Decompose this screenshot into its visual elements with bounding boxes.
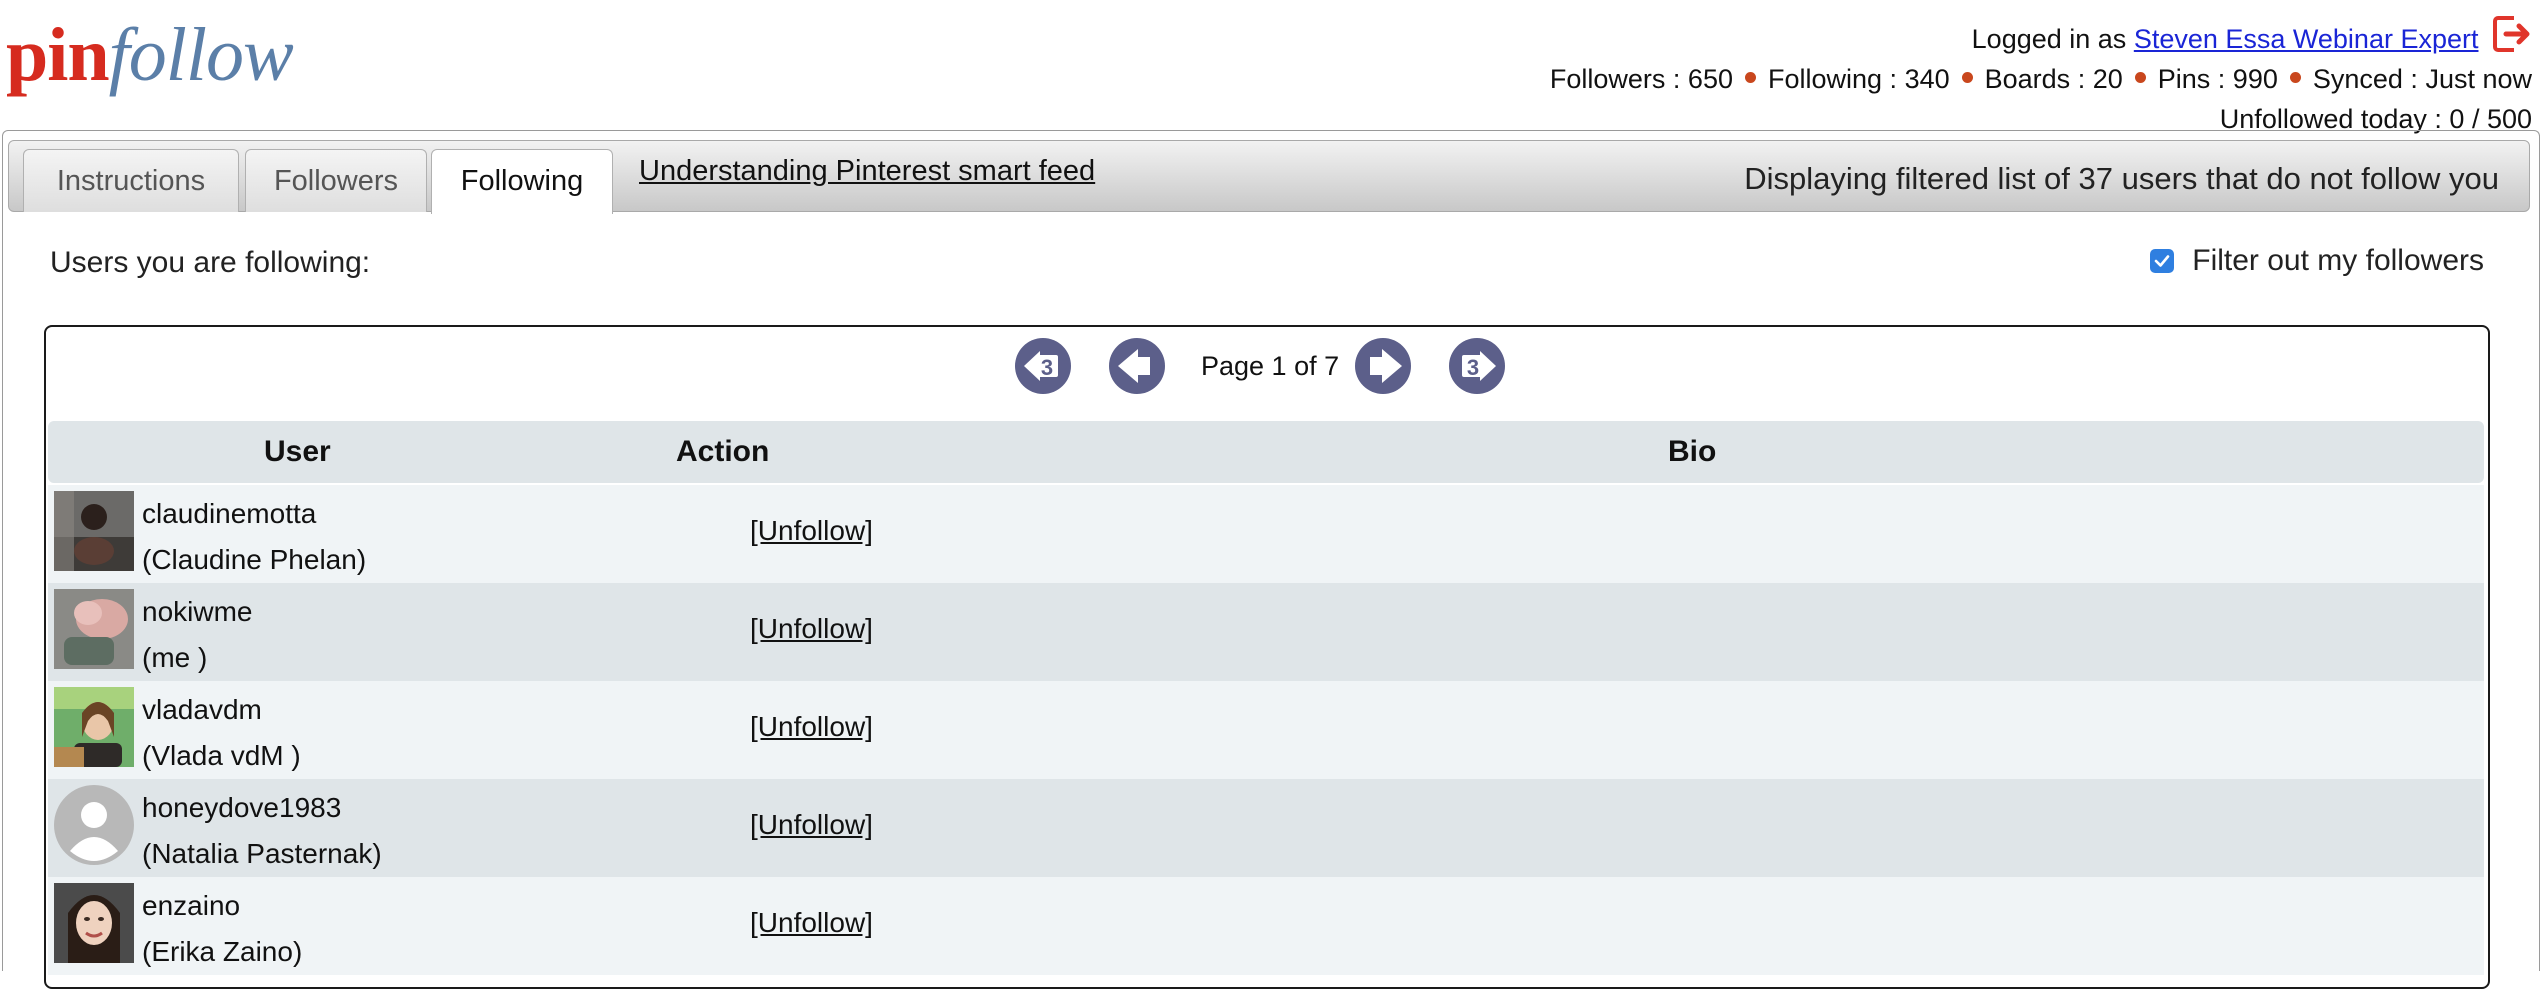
stat-boards: Boards : 20 [1984,64,2123,94]
stat-followers: Followers : 650 [1549,64,1733,94]
real-name: (Vlada vdM ) [142,740,301,771]
following-table: 3 Page 1 of 7 3 User Action Bio claudine… [44,325,2490,989]
avatar-placeholder-icon[interactable] [54,785,134,865]
unfollow-link[interactable]: [Unfollow] [750,515,873,547]
real-name: (Erika Zaino) [142,936,303,967]
stat-synced: Synced : Just now [2312,64,2532,94]
filter-followers[interactable]: Filter out my followers [2150,244,2484,278]
stat-pins: Pins : 990 [2157,64,2278,94]
username: enzaino [142,890,241,921]
user-info: Logged in as Steven Essa Webinar Expert … [1550,14,2532,139]
stats-line: Followers : 650 Following : 340 Boards : 2… [1550,59,2532,99]
prev-page-button[interactable] [1108,337,1166,395]
display-status: Displaying filtered list of 37 users tha… [1744,161,2499,196]
header-user: User [264,435,331,468]
filter-checkbox[interactable] [2150,249,2175,273]
jump-back-button[interactable]: 3 [1014,337,1072,395]
logo-follow: follow [108,13,294,97]
logout-icon[interactable] [2492,14,2532,54]
logged-in-prefix: Logged in as [1971,24,2127,54]
stat-following: Following : 340 [1767,64,1950,94]
username: nokiwme [142,596,253,627]
separator-dot [1961,72,1973,84]
real-name: (me ) [142,642,208,673]
username: honeydove1983 [142,792,342,823]
unfollow-link[interactable]: [Unfollow] [750,907,873,939]
logged-in-line: Logged in as Steven Essa Webinar Expert [1550,14,2532,59]
jump-forward-text: 3 [1467,355,1479,380]
logo-pin: pin [6,13,110,97]
table-row: honeydove1983 (Natalia Pasternak) [Unfol… [48,779,2484,877]
real-name: (Natalia Pasternak) [142,838,382,869]
unfollow-link[interactable]: [Unfollow] [750,809,873,841]
real-name: (Claudine Phelan) [142,544,367,575]
unfollow-link[interactable]: [Unfollow] [750,711,873,743]
tab-instructions[interactable]: Instructions [23,149,239,212]
header-action: Action [676,435,770,468]
jump-back-text: 3 [1041,355,1053,380]
table-row: claudinemotta (Claudine Phelan) [Unfollo… [48,485,2484,583]
list-label: Users you are following: [50,246,371,279]
user-profile-link[interactable]: Steven Essa Webinar Expert [2134,24,2479,54]
app-logo: pinfollow [6,10,294,100]
table-header: User Action Bio [48,421,2484,483]
avatar[interactable] [54,687,134,767]
pager: 3 Page 1 of 7 3 [46,337,2488,397]
tab-bar: Instructions Followers Following Underst… [8,140,2530,214]
unfollow-link[interactable]: [Unfollow] [750,613,873,645]
tab-following[interactable]: Following [431,149,613,214]
tab-followers[interactable]: Followers [245,149,427,212]
page-indicator: Page 1 of 7 [1201,351,1340,381]
next-page-icon [1355,338,1411,394]
avatar[interactable] [54,491,134,571]
avatar[interactable] [54,883,134,963]
smart-feed-link[interactable]: Understanding Pinterest smart feed [639,155,1095,188]
jump-forward-button[interactable]: 3 [1448,337,1506,395]
username: vladavdm [142,694,262,725]
username: claudinemotta [142,498,317,529]
table-row: vladavdm (Vlada vdM ) [Unfollow] [48,681,2484,779]
next-page-button[interactable] [1354,337,1412,395]
avatar[interactable] [54,589,134,669]
prev-page-icon [1109,338,1165,394]
header-bio: Bio [1668,435,1717,468]
separator-dot [1744,72,1756,84]
table-row: nokiwme (me ) [Unfollow] [48,583,2484,681]
filter-label: Filter out my followers [2192,244,2484,277]
jump-forward-icon: 3 [1449,338,1505,394]
table-row: enzaino (Erika Zaino) [Unfollow] [48,877,2484,975]
separator-dot [2289,72,2301,84]
separator-dot [2134,72,2146,84]
jump-back-icon: 3 [1015,338,1071,394]
